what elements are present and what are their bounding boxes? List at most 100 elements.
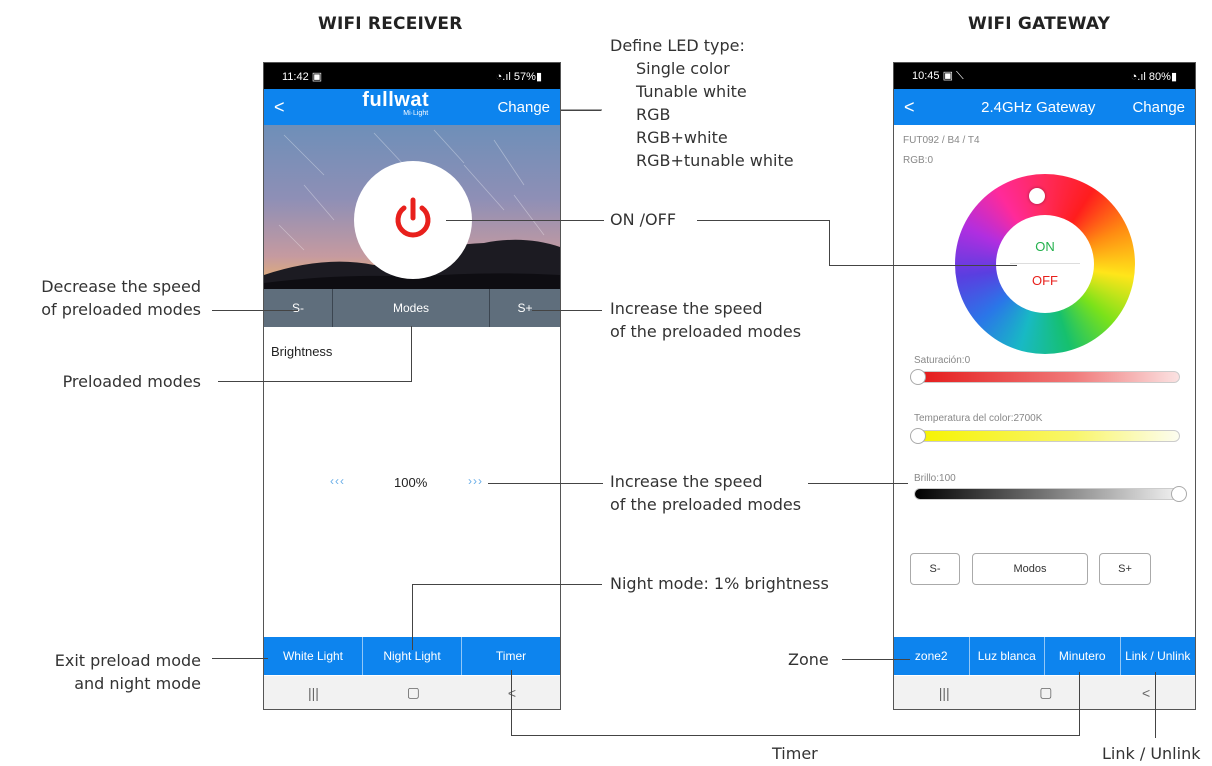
connector-night-v: [412, 584, 413, 650]
tab-white-light[interactable]: White Light: [264, 637, 363, 675]
brightness-value: 100%: [394, 475, 428, 490]
tab-link-unlink[interactable]: Link / Unlink: [1121, 637, 1196, 675]
gateway-title: 2.4GHz Gateway: [981, 98, 1096, 116]
connector-exit-preload: [212, 658, 268, 659]
brightness-slider[interactable]: [914, 488, 1180, 500]
exit-preload-annotation: Exit preload mode and night mode: [0, 649, 201, 695]
speed-increase-button[interactable]: S+: [1099, 553, 1151, 585]
exit-preload-line2: and night mode: [74, 674, 201, 693]
battery-icon: ▮: [1170, 70, 1177, 83]
preloaded-modes-annotation: Preloaded modes: [62, 372, 201, 391]
connector-timer-h: [511, 735, 1080, 736]
brightness-slider-knob[interactable]: [1171, 486, 1187, 502]
decrease-speed-line1: Decrease the speed: [41, 277, 201, 296]
rgb-info: RGB:0: [903, 155, 934, 166]
connector-timer-right-v: [1079, 672, 1080, 736]
connector-link-unlink: [1155, 672, 1156, 738]
tab-zone[interactable]: zone2: [894, 637, 970, 675]
define-led-title: Define LED type:: [610, 36, 745, 55]
back-nav-icon[interactable]: <: [1142, 685, 1150, 701]
signal-icon: ◔.ıl: [1130, 70, 1146, 83]
speed-decrease-button[interactable]: S-: [264, 289, 333, 327]
night-sky-image: [264, 125, 560, 289]
connector-decrease-speed: [212, 310, 298, 311]
tab-timer[interactable]: Minutero: [1045, 637, 1121, 675]
connector-onoff-right-h: [697, 220, 829, 221]
saturation-slider[interactable]: [914, 371, 1180, 383]
connector-change-diagonal: [561, 109, 602, 111]
speed-bar: S- Modes S+: [264, 289, 560, 327]
brightness-down-arrow[interactable]: ‹‹‹: [330, 474, 345, 488]
home-icon[interactable]: ▢: [407, 684, 420, 701]
battery-level: 80%: [1148, 70, 1171, 83]
exit-preload-line1: Exit preload mode: [54, 651, 201, 670]
modes-button[interactable]: Modes: [333, 289, 490, 327]
status-time: 10:45: [912, 70, 940, 82]
increase-speed-annotation-2: Increase the speed of the preloaded mode…: [610, 470, 801, 516]
increase-speed-1-line2: of the preloaded modes: [610, 322, 802, 341]
home-icon[interactable]: ▢: [1039, 684, 1052, 701]
led-type-rgbw: RGB+white: [636, 128, 728, 147]
on-off-center: ON OFF: [996, 215, 1094, 313]
temperature-label: Temperatura del color:2700K: [914, 413, 1043, 424]
tab-white-light[interactable]: Luz blanca: [970, 637, 1045, 675]
increase-speed-annotation-1: Increase the speed of the preloaded mode…: [610, 297, 801, 343]
on-off-divider: [1010, 263, 1080, 264]
modes-button[interactable]: Modos: [972, 553, 1088, 585]
change-button[interactable]: Change: [1132, 99, 1185, 116]
connector-zone: [842, 659, 910, 660]
connector-increase-speed-2-left: [488, 483, 603, 484]
recent-apps-icon[interactable]: |||: [939, 685, 950, 701]
brand-logo: fullwat Mi·Light: [294, 89, 497, 121]
recent-apps-icon[interactable]: |||: [308, 685, 319, 701]
connector-onoff-right-h2: [829, 265, 1017, 266]
app-bar: < 2.4GHz Gateway Change: [894, 89, 1195, 125]
status-bar: 10:45 ▣ ⟍ ◔.ıl 80%▮: [894, 63, 1195, 89]
brand-subtitle: Mi·Light: [403, 110, 429, 117]
temperature-slider[interactable]: [914, 430, 1180, 442]
connector-increase-speed-2-right: [808, 483, 908, 484]
led-type-rgb-tunable: RGB+tunable white: [636, 151, 794, 170]
on-button[interactable]: ON: [996, 239, 1094, 254]
change-button[interactable]: Change: [497, 99, 550, 116]
gateway-phone: 10:45 ▣ ⟍ ◔.ıl 80%▮ < 2.4GHz Gateway Cha…: [893, 62, 1196, 710]
brightness-label: Brightness: [271, 344, 333, 359]
color-picker-knob[interactable]: [1029, 188, 1045, 204]
status-time: 11:42: [282, 70, 309, 83]
decrease-speed-line2: of preloaded modes: [41, 300, 201, 319]
receiver-heading: WIFI RECEIVER: [318, 14, 463, 34]
increase-speed-2-line1: Increase the speed: [610, 472, 763, 491]
connector-preloaded-h: [218, 381, 412, 382]
device-info: FUT092 / B4 / T4: [903, 135, 980, 146]
brightness-label: Brillo:100: [914, 473, 956, 484]
gateway-heading: WIFI GATEWAY: [968, 14, 1111, 34]
signal-icon: ◔.ıl: [495, 70, 511, 83]
connector-preloaded-v: [411, 326, 412, 382]
system-nav-bar: ||| ▢ <: [264, 676, 560, 709]
connector-increase-speed-1: [532, 310, 602, 311]
off-button[interactable]: OFF: [996, 273, 1094, 288]
speed-decrease-button[interactable]: S-: [910, 553, 960, 585]
status-bar: 11:42 ▣ ◔.ıl 57%▮: [264, 63, 560, 89]
back-icon[interactable]: <: [274, 97, 294, 118]
connector-timer-left-v: [511, 670, 512, 736]
back-icon[interactable]: <: [904, 97, 924, 118]
battery-level: 57%: [513, 70, 536, 83]
brand-name: fullwat: [362, 89, 430, 111]
decrease-speed-annotation: Decrease the speed of preloaded modes: [0, 275, 201, 321]
connector-night-h: [412, 584, 602, 585]
connector-power-left: [446, 220, 604, 221]
brightness-up-arrow[interactable]: ›››: [468, 474, 483, 488]
temperature-slider-knob[interactable]: [910, 428, 926, 444]
led-type-tunable: Tunable white: [636, 82, 747, 101]
color-wheel[interactable]: ON OFF: [955, 174, 1135, 354]
saturation-slider-knob[interactable]: [910, 369, 926, 385]
speed-increase-button[interactable]: S+: [490, 289, 560, 327]
led-type-single: Single color: [636, 59, 730, 78]
timer-annotation: Timer: [772, 744, 818, 763]
zone-annotation: Zone: [788, 650, 829, 669]
on-off-annotation: ON /OFF: [610, 210, 677, 229]
link-unlink-annotation: Link / Unlink: [1102, 744, 1201, 763]
increase-speed-2-line2: of the preloaded modes: [610, 495, 802, 514]
system-nav-bar: ||| ▢ <: [894, 676, 1195, 709]
